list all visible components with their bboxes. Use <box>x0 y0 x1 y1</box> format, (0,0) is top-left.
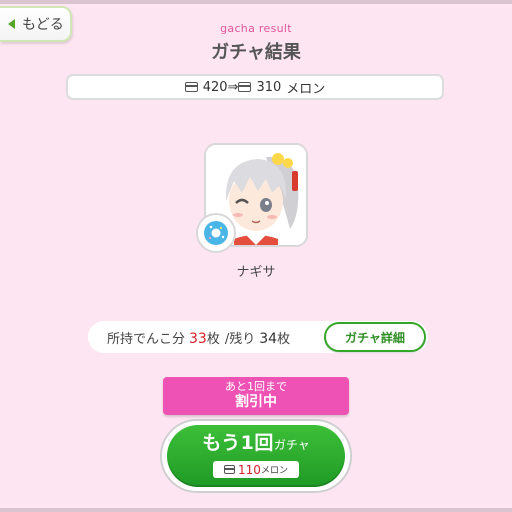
top-frame-border <box>0 0 512 4</box>
gacha-price: 110 <box>238 462 261 477</box>
price-before: 420 <box>202 79 228 95</box>
price-after: 310 <box>256 79 282 95</box>
bottom-frame-border <box>0 508 512 512</box>
character-name: ナギサ <box>236 265 276 280</box>
melon-card-icon <box>184 82 198 92</box>
remaining-label: /残り <box>224 332 256 347</box>
discount-note: あと1回まで <box>225 380 287 393</box>
holdings-label: 所持でんこ分 <box>107 332 186 347</box>
donut-gem-icon <box>196 213 236 253</box>
owned-unit: 枚 <box>206 332 220 347</box>
melon-card-icon <box>224 465 236 474</box>
gacha-price-tag: 110 メロン <box>213 461 299 478</box>
price-arrow: ⇒ <box>227 79 239 95</box>
remaining-count: 34 <box>259 331 278 347</box>
discount-banner: あと1回まで 割引中 <box>163 377 349 415</box>
gacha-again-label: もう1回ガチャ <box>167 428 345 455</box>
page-title: ガチャ結果 <box>211 42 301 63</box>
gacha-main-label: もう1回 <box>202 432 274 454</box>
remaining-unit: 枚 <box>277 332 291 347</box>
gacha-price-unit: メロン <box>260 466 288 476</box>
holdings-text: 所持でんこ分 33 枚 /残り 34 枚 <box>107 328 290 347</box>
owned-count: 33 <box>189 331 207 347</box>
gacha-detail-button[interactable]: ガチャ詳細 <box>324 322 426 352</box>
discount-status: 割引中 <box>235 394 277 410</box>
gacha-suffix-label: ガチャ <box>273 438 310 452</box>
price-summary-bar: 420 ⇒ 310 メロン <box>66 74 444 100</box>
melon-card-icon <box>238 82 252 92</box>
price-unit: メロン <box>286 81 326 97</box>
page-subtitle: gacha result <box>220 22 292 35</box>
